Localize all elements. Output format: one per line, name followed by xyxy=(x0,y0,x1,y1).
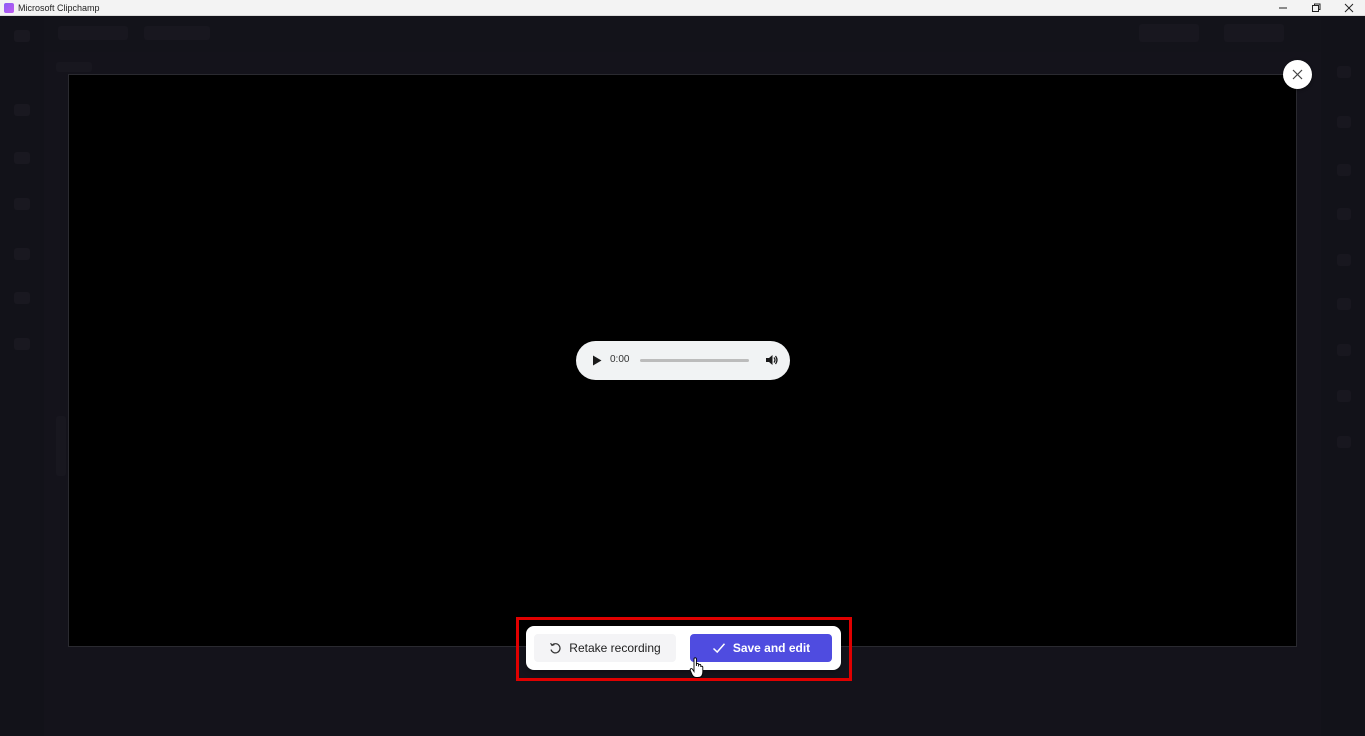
close-icon xyxy=(1344,3,1354,13)
volume-icon xyxy=(765,354,778,366)
hand-cursor-icon xyxy=(689,657,705,679)
retake-recording-label: Retake recording xyxy=(569,641,660,655)
retake-recording-button[interactable]: Retake recording xyxy=(534,634,676,662)
current-time: 0:00 xyxy=(610,354,629,365)
save-and-edit-label: Save and edit xyxy=(733,641,810,655)
play-button[interactable] xyxy=(590,353,604,367)
window-title: Microsoft Clipchamp xyxy=(18,3,100,13)
window-titlebar: Microsoft Clipchamp xyxy=(0,0,1365,16)
minimize-icon xyxy=(1278,3,1288,13)
audio-player: 0:00 xyxy=(576,341,790,380)
restore-button[interactable] xyxy=(1299,0,1332,16)
retake-icon xyxy=(549,642,562,655)
window-close-button[interactable] xyxy=(1332,0,1365,16)
clipchamp-app-icon xyxy=(4,3,14,13)
volume-button[interactable] xyxy=(764,353,778,367)
seek-bar[interactable] xyxy=(640,359,749,362)
close-preview-button[interactable] xyxy=(1283,60,1312,89)
close-icon xyxy=(1292,69,1303,80)
play-icon xyxy=(592,355,602,366)
checkmark-icon xyxy=(712,641,726,655)
save-and-edit-button[interactable]: Save and edit xyxy=(690,634,832,662)
minimize-button[interactable] xyxy=(1266,0,1299,16)
window-controls xyxy=(1266,0,1365,16)
recording-action-bar: Retake recording Save and edit xyxy=(526,626,841,670)
restore-icon xyxy=(1311,3,1321,13)
